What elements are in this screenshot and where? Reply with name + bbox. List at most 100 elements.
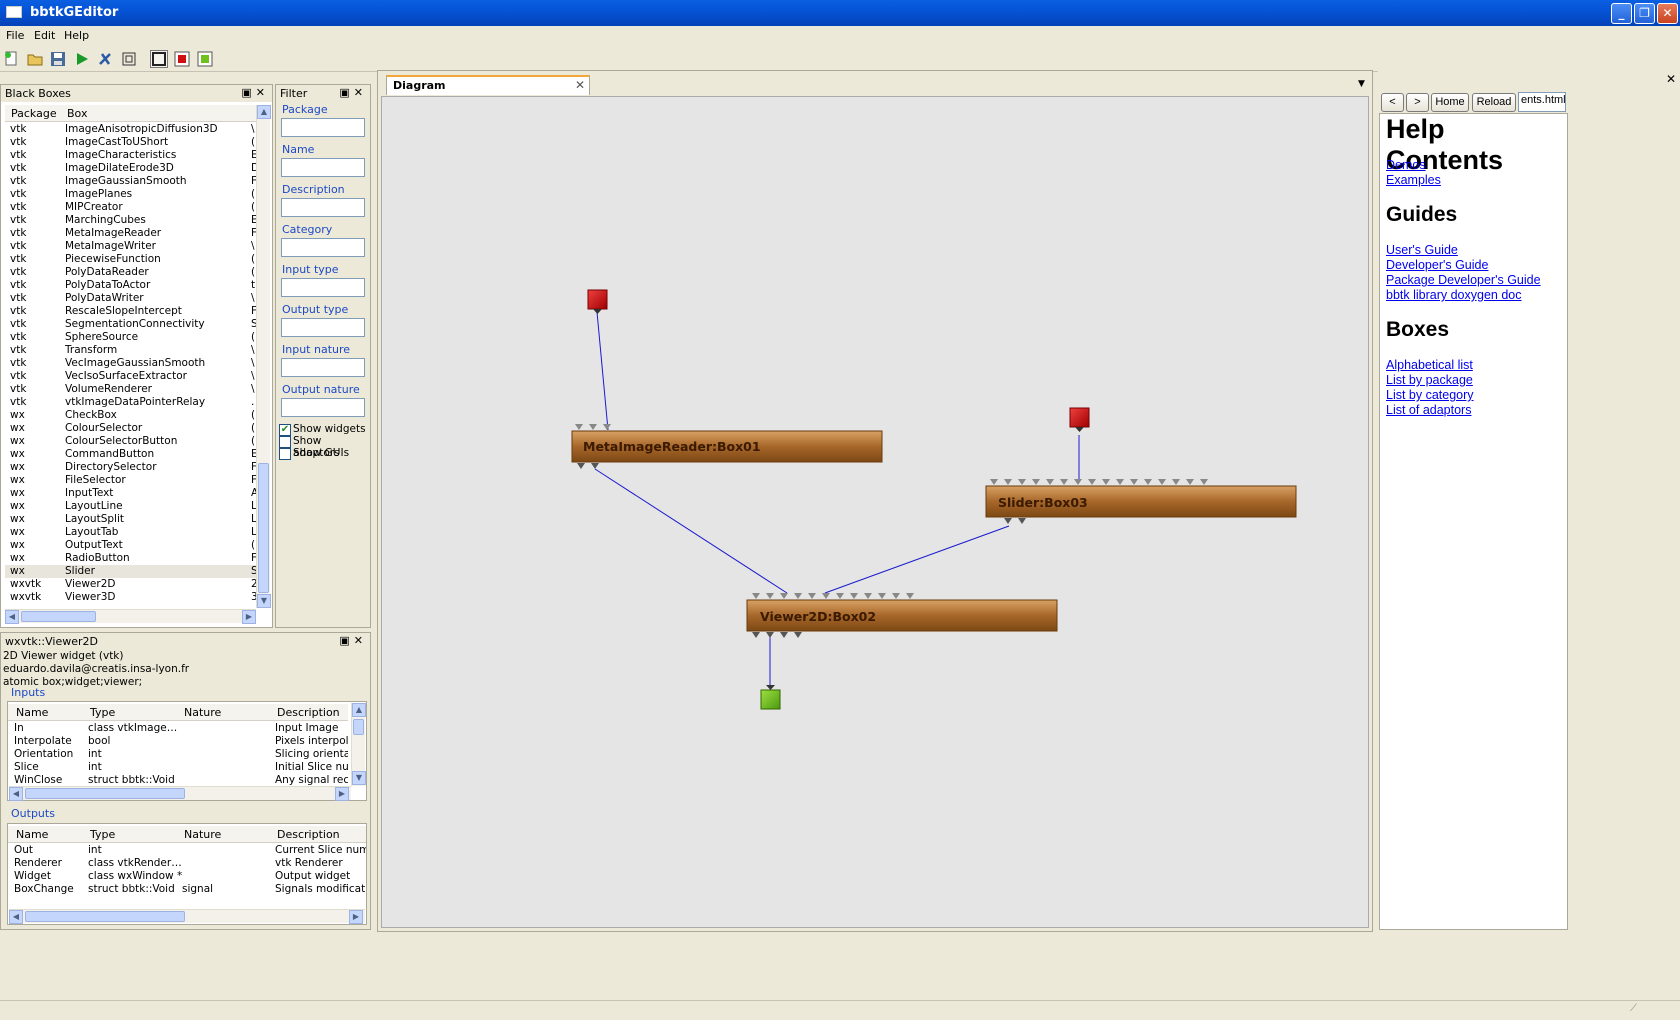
- table-row[interactable]: Interpolate bool Pixels interpolati: [8, 735, 348, 748]
- list-item[interactable]: wx DirectorySelector F: [5, 461, 256, 474]
- scroll-left-arrow-icon[interactable]: ◀: [5, 610, 19, 624]
- help-reload-button[interactable]: Reload: [1472, 93, 1516, 112]
- help-close-icon[interactable]: ✕: [1666, 72, 1676, 86]
- tab-diagram[interactable]: Diagram ✕: [386, 75, 590, 95]
- list-item[interactable]: vtk ImageDilateErode3D D: [5, 162, 256, 175]
- col-description[interactable]: Description: [277, 706, 340, 719]
- wire-4[interactable]: [824, 525, 1010, 594]
- col-description[interactable]: Description: [277, 828, 340, 841]
- list-item[interactable]: wx LayoutLine L: [5, 500, 256, 513]
- scroll-thumb[interactable]: [25, 788, 185, 799]
- scroll-right-arrow-icon[interactable]: ▶: [335, 787, 349, 801]
- output-node-1[interactable]: [760, 689, 781, 710]
- filter-checkbox[interactable]: ✔: [279, 424, 291, 436]
- diagram-canvas[interactable]: MetaImageReader:Box01 Slider:Box03 Viewe…: [381, 96, 1369, 928]
- blackboxes-hscrollbar[interactable]: ◀ ▶: [5, 609, 256, 624]
- wire-2[interactable]: [594, 468, 788, 594]
- scroll-right-arrow-icon[interactable]: ▶: [242, 610, 256, 624]
- outputs-hscrollbar[interactable]: ◀ ▶: [9, 909, 365, 924]
- filter-input[interactable]: [281, 238, 365, 257]
- list-item[interactable]: wx RadioButton F: [5, 552, 256, 565]
- col-nature[interactable]: Nature: [184, 706, 221, 719]
- menu-edit[interactable]: Edit: [34, 29, 55, 42]
- output-ports[interactable]: [577, 463, 599, 469]
- list-item[interactable]: vtk MetaImageReader F: [5, 227, 256, 240]
- table-row[interactable]: Slice int Initial Slice numb: [8, 761, 348, 774]
- scroll-thumb[interactable]: [353, 719, 364, 735]
- help-link-demos[interactable]: Demos: [1386, 158, 1426, 172]
- list-item[interactable]: vtk SphereSource (: [5, 331, 256, 344]
- list-item[interactable]: vtk VecImageGaussianSmooth \: [5, 357, 256, 370]
- table-row[interactable]: Out int Current Slice numbe: [8, 844, 366, 857]
- help-link-developers-guide[interactable]: Developer's Guide: [1386, 258, 1488, 272]
- add-input-port-icon[interactable]: [173, 50, 191, 68]
- list-item[interactable]: vtk ImageGaussianSmooth F: [5, 175, 256, 188]
- list-item[interactable]: vtk VecIsoSurfaceExtractor \: [5, 370, 256, 383]
- col-name[interactable]: Name: [16, 828, 48, 841]
- scroll-up-arrow-icon[interactable]: ▲: [257, 105, 271, 119]
- help-url-input[interactable]: ents.html: [1518, 92, 1566, 112]
- list-item[interactable]: wx CommandButton E: [5, 448, 256, 461]
- complex-box-icon[interactable]: [150, 50, 168, 68]
- scroll-thumb[interactable]: [21, 611, 96, 622]
- table-row[interactable]: BoxChange struct bbtk::Void signal Signals …: [8, 883, 366, 896]
- list-item[interactable]: wx ColourSelectorButton (: [5, 435, 256, 448]
- list-item[interactable]: wx ColourSelector (: [5, 422, 256, 435]
- scroll-down-arrow-icon[interactable]: ▼: [352, 771, 366, 785]
- input-node-2[interactable]: [1069, 407, 1090, 428]
- col-package[interactable]: Package: [11, 107, 57, 120]
- list-item[interactable]: wxvtk Viewer3D 3: [5, 591, 256, 604]
- filter-checkbox[interactable]: [279, 448, 291, 460]
- help-link-doxygen[interactable]: bbtk library doxygen doc: [1386, 288, 1522, 302]
- list-item[interactable]: vtk ImageCharacteristics E: [5, 149, 256, 162]
- help-link-by-category[interactable]: List by category: [1386, 388, 1474, 402]
- box-metaimagereader[interactable]: MetaImageReader:Box01: [571, 424, 883, 469]
- col-type[interactable]: Type: [90, 828, 115, 841]
- scroll-right-arrow-icon[interactable]: ▶: [349, 910, 363, 924]
- col-name[interactable]: Name: [16, 706, 48, 719]
- list-item[interactable]: vtk ImageAnisotropicDiffusion3D \: [5, 123, 256, 136]
- col-box[interactable]: Box: [67, 107, 87, 120]
- table-row[interactable]: WinClose struct bbtk::Void Any signal rece…: [8, 774, 348, 786]
- list-item[interactable]: vtk PiecewiseFunction (: [5, 253, 256, 266]
- help-back-button[interactable]: <: [1381, 93, 1404, 112]
- open-folder-icon[interactable]: [26, 50, 44, 68]
- tab-close-icon[interactable]: ✕: [575, 78, 585, 92]
- table-row[interactable]: Widget class wxWindow * Output widget: [8, 870, 366, 883]
- list-item[interactable]: wx CheckBox (: [5, 409, 256, 422]
- output-ports[interactable]: [1004, 518, 1026, 524]
- table-row[interactable]: Renderer class vtkRender… vtk Renderer: [8, 857, 366, 870]
- col-nature[interactable]: Nature: [184, 828, 221, 841]
- help-home-button[interactable]: Home: [1431, 93, 1469, 112]
- help-link-users-guide[interactable]: User's Guide: [1386, 243, 1458, 257]
- filter-checkbox[interactable]: [279, 436, 291, 448]
- list-item[interactable]: vtk ImagePlanes (: [5, 188, 256, 201]
- minimize-button[interactable]: _: [1611, 3, 1632, 24]
- filter-input[interactable]: [281, 198, 365, 217]
- delete-icon[interactable]: [96, 50, 114, 68]
- filter-input[interactable]: [281, 118, 365, 137]
- input-ports[interactable]: [752, 593, 914, 599]
- list-item[interactable]: vtk PolyDataWriter \: [5, 292, 256, 305]
- box-viewer2d[interactable]: Viewer2D:Box02: [746, 593, 1058, 638]
- list-item[interactable]: vtk SegmentationConnectivity S: [5, 318, 256, 331]
- panel-buttons[interactable]: ▣✕: [339, 634, 367, 647]
- list-item[interactable]: vtk PolyDataReader (: [5, 266, 256, 279]
- inputs-vscrollbar[interactable]: ▲ ▼: [351, 703, 366, 786]
- help-forward-button[interactable]: >: [1406, 93, 1429, 112]
- scroll-left-arrow-icon[interactable]: ◀: [9, 787, 23, 801]
- list-item[interactable]: wx LayoutSplit L: [5, 513, 256, 526]
- filter-input[interactable]: [281, 398, 365, 417]
- list-item[interactable]: vtk ImageCastToUShort (: [5, 136, 256, 149]
- list-item[interactable]: vtk MarchingCubes E: [5, 214, 256, 227]
- input-node-1[interactable]: [587, 289, 608, 310]
- list-item[interactable]: vtk VolumeRenderer \: [5, 383, 256, 396]
- table-row[interactable]: Orientation int Slicing orientatio: [8, 748, 348, 761]
- scroll-thumb[interactable]: [25, 911, 185, 922]
- help-link-adaptors[interactable]: List of adaptors: [1386, 403, 1471, 417]
- list-item[interactable]: wx OutputText (: [5, 539, 256, 552]
- list-item[interactable]: wx InputText A: [5, 487, 256, 500]
- new-file-icon[interactable]: [2, 50, 20, 68]
- input-ports[interactable]: [575, 424, 611, 430]
- menu-help[interactable]: Help: [64, 29, 89, 42]
